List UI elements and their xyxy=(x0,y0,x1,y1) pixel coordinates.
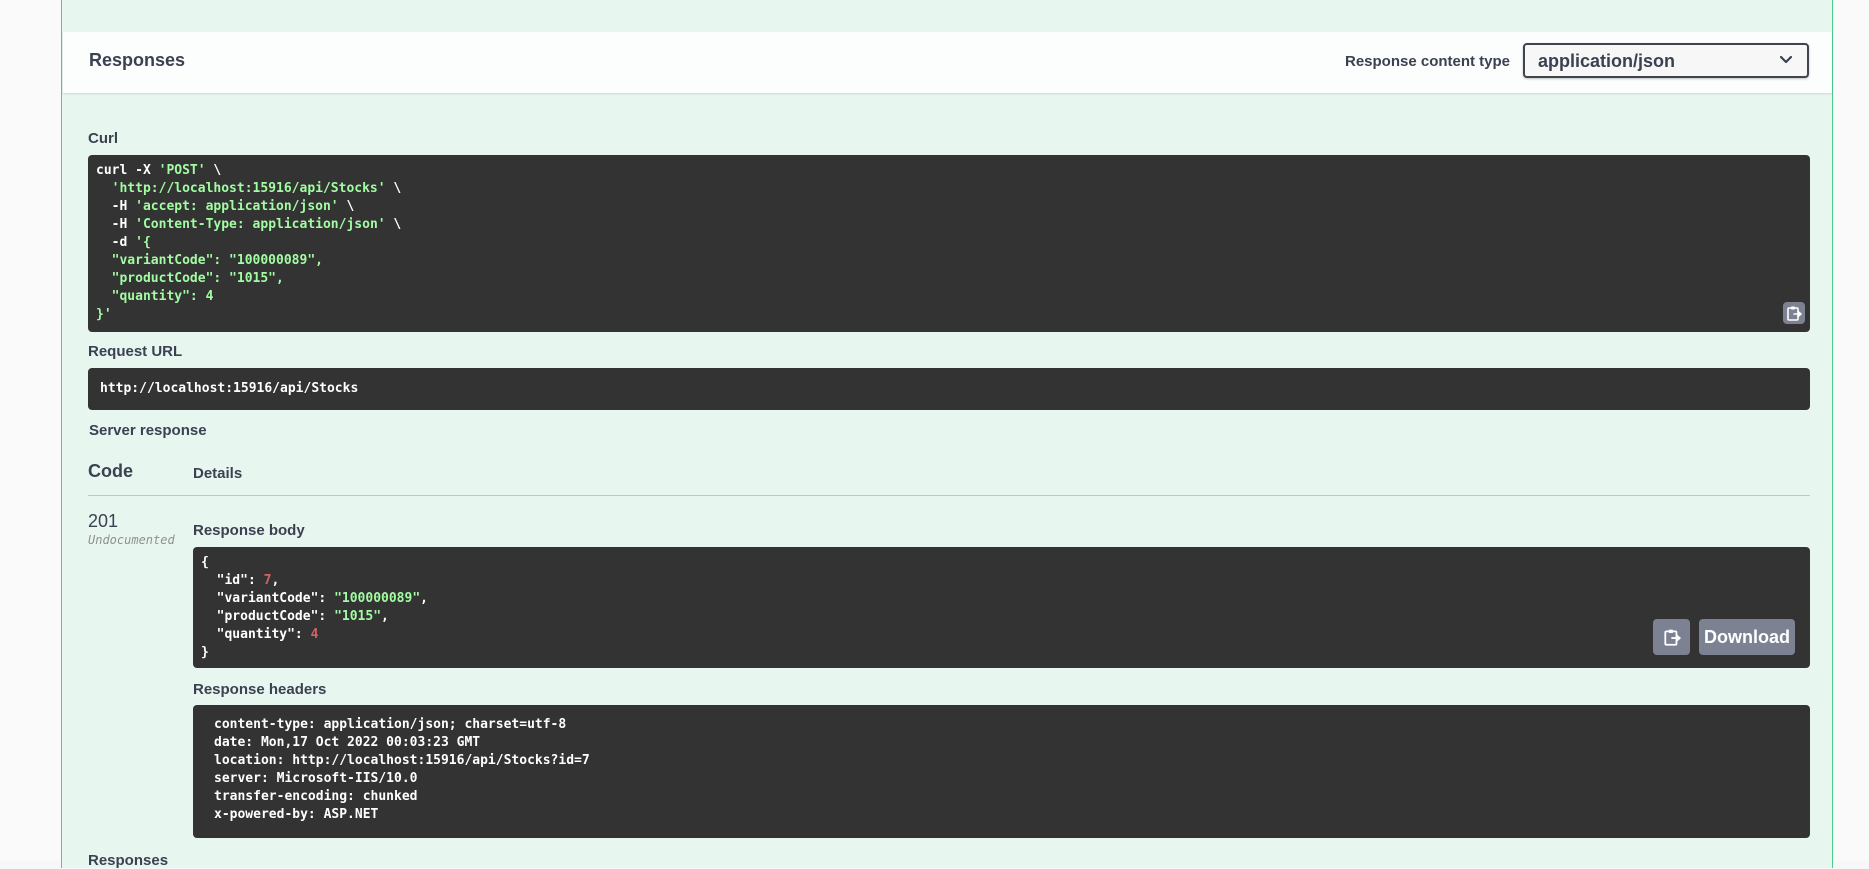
curl-code-line: curl -X 'POST' \ xyxy=(96,162,221,180)
response-header-line: location: http://localhost:15916/api/Sto… xyxy=(214,753,590,768)
response-headers-label: Response headers xyxy=(193,681,327,698)
code-token: { xyxy=(201,555,209,570)
curl-code-line: }' xyxy=(96,306,112,324)
curl-label: Curl xyxy=(88,130,118,147)
curl-code-line: "quantity": 4 xyxy=(96,288,214,306)
response-header-line: x-powered-by: ASP.NET xyxy=(214,807,379,822)
details-column-header: Details xyxy=(193,465,243,482)
curl-code-block: curl -X 'POST' \ 'http://localhost:15916… xyxy=(88,155,1810,332)
code-token: \ xyxy=(385,217,402,232)
code-token: , xyxy=(271,573,280,588)
copy-curl-button[interactable] xyxy=(1783,302,1805,324)
response-headers-block: content-type: application/json; charset=… xyxy=(193,705,1810,838)
code-column-header: Code xyxy=(88,461,133,481)
code-token: , xyxy=(420,591,428,606)
response-body-line: "variantCode": "100000089", xyxy=(201,590,428,608)
code-token: } xyxy=(201,645,209,660)
operation-block: Responses Response content type applicat… xyxy=(61,0,1833,869)
code-token: "productCode": "1015", xyxy=(96,271,284,286)
response-body-label: Response body xyxy=(193,522,305,539)
responses-header: Responses Response content type applicat… xyxy=(63,32,1832,93)
code-token: -H xyxy=(96,199,136,214)
code-token: 4 xyxy=(310,627,319,642)
code-token: curl -X xyxy=(96,163,159,178)
code-token: -H xyxy=(96,217,136,232)
code-token: "id": xyxy=(201,573,264,588)
code-token: "100000089" xyxy=(334,591,421,606)
code-token: "variantCode": "100000089", xyxy=(96,253,323,268)
response-body-line: } xyxy=(201,644,209,662)
code-token: }' xyxy=(96,307,112,322)
response-header-line: transfer-encoding: chunked xyxy=(214,789,418,804)
code-token: "variantCode": xyxy=(201,591,335,606)
code-token: '{ xyxy=(135,235,151,250)
code-token: "productCode": xyxy=(201,609,335,624)
code-token: "1015" xyxy=(334,609,382,624)
curl-code-line: "productCode": "1015", xyxy=(96,270,284,288)
request-url-value: http://localhost:15916/api/Stocks xyxy=(100,381,359,396)
response-body-line: "quantity": 4 xyxy=(201,626,319,644)
code-token: 'Content-Type: application/json' xyxy=(135,217,386,232)
chevron-down-icon xyxy=(1779,55,1793,64)
server-response-label: Server response xyxy=(89,422,207,439)
request-url-label: Request URL xyxy=(88,343,183,360)
table-divider xyxy=(88,495,1810,496)
response-body-line: { xyxy=(201,554,209,572)
code-token: \ xyxy=(338,199,355,214)
response-header-line: content-type: application/json; charset=… xyxy=(214,717,567,732)
response-header-line: server: Microsoft-IIS/10.0 xyxy=(214,771,418,786)
response-content-type-select[interactable]: application/json xyxy=(1523,43,1809,78)
status-code: 201 xyxy=(88,511,119,531)
code-token: , xyxy=(381,609,389,624)
code-token: "quantity": 4 xyxy=(96,289,214,304)
response-content-type-label: Response content type xyxy=(1345,53,1511,70)
response-content-type-value: application/json xyxy=(1538,51,1676,71)
curl-code-line: -H 'Content-Type: application/json' \ xyxy=(96,216,402,234)
clipboard-copy-icon xyxy=(1663,629,1681,646)
clipboard-copy-icon xyxy=(1787,306,1802,321)
code-token: "quantity": xyxy=(201,627,311,642)
code-token: -d xyxy=(96,235,136,250)
curl-code-line: 'http://localhost:15916/api/Stocks' \ xyxy=(96,180,402,198)
responses-title: Responses xyxy=(89,50,186,70)
response-header-line: date: Mon,17 Oct 2022 00:03:23 GMT xyxy=(214,735,481,750)
code-token: 'POST' xyxy=(158,163,206,178)
response-body-block: { "id": 7, "variantCode": "100000089", "… xyxy=(193,547,1810,668)
copy-response-body-button[interactable] xyxy=(1653,619,1690,655)
curl-code-line: -d '{ xyxy=(96,234,151,252)
response-body-line: "id": 7, xyxy=(201,572,280,590)
code-token: \ xyxy=(385,181,402,196)
status-undocumented-note: Undocumented xyxy=(88,533,175,547)
response-body-line: "productCode": "1015", xyxy=(201,608,389,626)
download-button[interactable]: Download xyxy=(1699,619,1795,655)
code-token: 'http://localhost:15916/api/Stocks' xyxy=(111,181,386,196)
curl-code-line: -H 'accept: application/json' \ xyxy=(96,198,355,216)
code-token: 'accept: application/json' xyxy=(135,199,339,214)
request-url-block: http://localhost:15916/api/Stocks xyxy=(88,368,1810,410)
code-token: \ xyxy=(205,163,222,178)
curl-code-line: "variantCode": "100000089", xyxy=(96,252,323,270)
